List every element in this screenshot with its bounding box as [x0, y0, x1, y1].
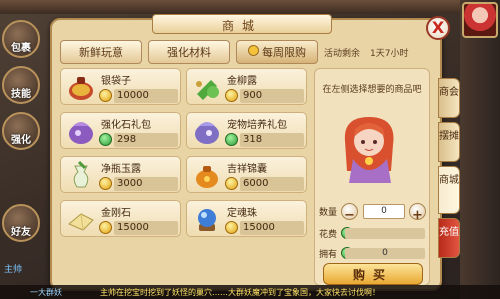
chat-ticker: 一大群妖 主帅在挖宝时挖到了妖怪的巢穴……大群妖魔冲到了宝象国，大家快去讨伐啊！ — [0, 285, 500, 299]
item-name: 吉祥锦囊 — [227, 164, 267, 175]
shop-item[interactable]: 金刚石 15000 — [60, 200, 181, 237]
coin-icon — [225, 221, 238, 234]
plus-button[interactable]: + — [409, 203, 426, 223]
coin-icon — [225, 89, 238, 102]
tab-enhance-materials[interactable]: 强化材料 — [148, 40, 230, 64]
chat-prefix: 一大群妖 — [30, 288, 62, 297]
shop-item[interactable]: 银袋子 10000 — [60, 68, 181, 105]
green-potion-icon — [191, 72, 223, 102]
shop-window: 商城 X 新鲜玩意 强化材料 每周限购 活动剩余 1天7小时 银袋子 10000 … — [50, 14, 460, 291]
pouch-icon — [191, 160, 223, 190]
chat-message: 主帅在挖宝时挖到了妖怪的巢穴……大群妖魔冲到了宝象国，大家快去讨伐啊！ — [100, 288, 380, 297]
diamond-icon — [65, 204, 97, 234]
shop-item[interactable]: 净瓶玉露 3000 — [60, 156, 181, 193]
stone-pack-icon — [65, 116, 97, 146]
tab-weekly-limited[interactable]: 每周限购 — [236, 40, 318, 64]
enhance-label: 强化 — [11, 135, 31, 146]
skill-label: 技能 — [11, 89, 31, 100]
pet-pack-icon — [191, 116, 223, 146]
left-hud-menu: 包裹 技能 强化 好友 — [0, 14, 44, 264]
window-title: 商城 — [221, 19, 262, 33]
enhance-button[interactable]: 强化 — [2, 112, 40, 150]
cost-label: 花费 — [319, 230, 338, 240]
bag-label: 包裹 — [11, 43, 31, 54]
item-name: 金柳露 — [227, 76, 257, 87]
skill-button[interactable]: 技能 — [2, 66, 40, 104]
qty-label: 数量 — [319, 208, 338, 218]
money-bag-icon — [65, 72, 97, 102]
minus-button[interactable]: − — [341, 203, 358, 223]
shop-item[interactable]: 定魂珠 15000 — [186, 200, 307, 237]
item-grid: 银袋子 10000 金柳露 900 强化石礼包 298 宠物培养礼包 318 净… — [60, 68, 316, 240]
orb-icon — [191, 204, 223, 234]
item-name: 银袋子 — [101, 76, 131, 87]
remaining-label: 活动剩余 — [324, 49, 361, 59]
quantity-input[interactable]: 0 — [363, 204, 405, 219]
side-tab-guild[interactable]: 商会 — [438, 78, 460, 118]
item-price: 318 — [240, 133, 304, 147]
buy-label: 购买 — [352, 268, 393, 282]
player-avatar[interactable] — [462, 2, 498, 38]
quantity-row: 数量 − 0 + — [319, 203, 427, 223]
item-price: 15000 — [114, 221, 178, 235]
friends-label: 好友 — [11, 227, 31, 238]
vase-icon — [65, 160, 97, 190]
left-chat-name: 主帅 — [4, 265, 23, 275]
cost-value — [345, 228, 425, 239]
window-title-bar: 商城 — [152, 14, 332, 34]
tab-weekly-label: 每周限购 — [262, 46, 306, 59]
tab-novelty[interactable]: 新鲜玩意 — [60, 40, 142, 64]
side-tab-label: 商会 — [439, 87, 459, 98]
side-tab-recharge[interactable]: 充值 — [438, 218, 460, 258]
side-tab-label: 摆摊 — [439, 131, 459, 142]
plus-icon: + — [412, 208, 423, 223]
minus-icon: − — [344, 208, 355, 223]
buy-button[interactable]: 购买 — [323, 263, 423, 285]
item-name: 金刚石 — [101, 208, 131, 219]
side-tab-mall[interactable]: 商城 — [438, 166, 460, 214]
tab-novelty-label: 新鲜玩意 — [79, 46, 123, 59]
select-hint: 在左侧选择想要的商品吧 — [322, 85, 422, 95]
tab-enhance-label: 强化材料 — [167, 46, 211, 59]
item-price: 10000 — [114, 89, 178, 103]
side-tab-label: 充值 — [439, 227, 459, 238]
coin-icon — [225, 177, 238, 190]
item-price: 3000 — [114, 177, 178, 191]
item-detail-panel: 在左侧选择想要的商品吧 数量 − 0 + 花费 拥有 0 购买 — [314, 68, 430, 286]
shop-item[interactable]: 吉祥锦囊 6000 — [186, 156, 307, 193]
shop-item[interactable]: 宠物培养礼包 318 — [186, 112, 307, 149]
side-tab-stall[interactable]: 摆摊 — [438, 122, 460, 162]
bag-button[interactable]: 包裹 — [2, 20, 40, 58]
side-tab-label: 商城 — [439, 175, 459, 186]
remaining-value: 1天7小时 — [370, 49, 409, 59]
shop-item[interactable]: 强化石礼包 298 — [60, 112, 181, 149]
close-icon: X — [431, 18, 445, 37]
shopkeeper-portrait — [335, 111, 405, 183]
right-hud-strip — [460, 0, 500, 299]
top-status-bar — [0, 0, 500, 14]
coin-icon — [99, 89, 112, 102]
item-name: 净瓶玉露 — [101, 164, 141, 175]
coin-icon — [99, 221, 112, 234]
owned-value: 0 — [345, 248, 425, 259]
clock-icon — [248, 45, 259, 56]
event-remaining: 活动剩余 1天7小时 — [324, 46, 408, 59]
cost-row: 花费 — [319, 225, 427, 243]
item-price: 298 — [114, 133, 178, 147]
gem-currency-icon — [99, 133, 112, 146]
item-price: 15000 — [240, 221, 304, 235]
owned-row: 拥有 0 — [319, 245, 427, 263]
item-price: 900 — [240, 89, 304, 103]
gem-currency-icon — [225, 133, 238, 146]
item-name: 强化石礼包 — [101, 120, 151, 131]
owned-label: 拥有 — [319, 250, 338, 260]
item-price: 6000 — [240, 177, 304, 191]
item-name: 定魂珠 — [227, 208, 257, 219]
item-name: 宠物培养礼包 — [227, 120, 287, 131]
friends-button[interactable]: 好友 — [2, 204, 40, 242]
shop-item[interactable]: 金柳露 900 — [186, 68, 307, 105]
close-button[interactable]: X — [426, 16, 450, 40]
coin-icon — [99, 177, 112, 190]
